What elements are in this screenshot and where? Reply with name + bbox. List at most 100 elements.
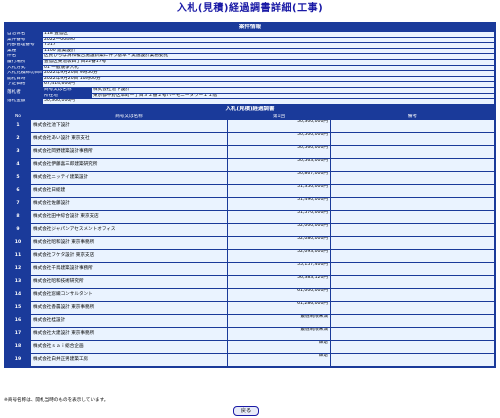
bidder-name: 株式会社あい設計 東京支社 [31, 133, 227, 146]
bid-note [331, 224, 494, 237]
bid-note [331, 198, 494, 211]
case-info-label: 入札見積締切日時 [6, 71, 42, 76]
row-number: 13 [6, 276, 30, 289]
case-info-value: 67,414,600円 [43, 82, 494, 87]
page-title: 入札(見積)経過調書詳細(工事) [176, 3, 324, 14]
bid-amount: 52,000,000円 [297, 224, 328, 229]
row-number: 9 [6, 224, 30, 237]
table-row: 1 株式会社池下設計 50,300,000円 [6, 120, 494, 133]
bid-amount-cell: 50,867,000円 [228, 172, 330, 185]
case-info-label: 予定価格 [6, 82, 42, 87]
table-row: 13 株式会社昭和技術研究所 56,383,120円 [6, 276, 494, 289]
table-row: 9 株式会社ジャパンアセスメントオフィス 52,000,000円 [6, 224, 494, 237]
case-info-label: 件名 [6, 54, 42, 59]
bid-amount: 50,300,000円 [297, 120, 328, 125]
bid-amount-cell: 最低制限未満 [228, 328, 330, 341]
col-header-note: 備考 [331, 113, 494, 120]
case-info-value: 2022一00490 [43, 37, 494, 43]
table-row: 15 株式会社香農設計 東京事務所 61,286,000円 [6, 302, 494, 315]
winning-amount-label: 落札金額 [6, 99, 42, 104]
row-number: 15 [6, 302, 30, 315]
row-number: 5 [6, 172, 30, 185]
bid-note [331, 315, 494, 328]
bid-amount: 52,080,000円 [297, 237, 328, 242]
case-info-value: 豊島区東池袋四丁目22番17号 [43, 59, 494, 65]
table-row: 11 株式会社フケタ設計 東京支店 52,093,000円 [6, 250, 494, 263]
row-number: 11 [6, 250, 30, 263]
table-row: 4 株式会社伊藤喜三郎建築研究所 50,563,000円 [6, 159, 494, 172]
case-info-row: 自治体名 118 豊島区 [6, 32, 494, 37]
case-info-label: 自治体名 [6, 32, 42, 37]
row-number: 4 [6, 159, 30, 172]
bid-note [331, 172, 494, 185]
bidder-name: 株式会社ジャパンアセスメントオフィス [31, 224, 227, 237]
winner-address-label: 所在地 [43, 93, 91, 99]
bidder-name: 株式会社白井正男建築工房 [31, 354, 227, 367]
bid-amount-cell: 50,563,000円 [228, 159, 330, 172]
row-number: 10 [6, 237, 30, 250]
bid-amount: 56,383,120円 [297, 276, 328, 281]
table-row: 6 株式会社日総建 51,350,000円 [6, 185, 494, 198]
row-number: 17 [6, 328, 30, 341]
bidder-name: 株式会社ｓａｉ総合企画 [31, 341, 227, 354]
bidder-name: 株式会社昭和技術研究所 [31, 276, 227, 289]
bidder-name: 株式会社日総建 [31, 185, 227, 198]
table-row: 8 株式会社田中綜合設計 東京支店 51,570,000円 [6, 211, 494, 224]
bid-note [331, 328, 494, 341]
row-number: 19 [6, 354, 30, 367]
bid-note [331, 289, 494, 302]
bid-amount: 50,867,000円 [297, 172, 328, 177]
bidder-name: 株式会社フケタ設計 東京支店 [31, 250, 227, 263]
case-info-label: 入札方式 [6, 65, 42, 71]
table-row: 19 株式会社白井正男建築工房 辞退 [6, 354, 494, 367]
bid-amount: 51,570,000円 [297, 211, 328, 216]
bid-amount-cell: 51,570,000円 [228, 211, 330, 224]
bid-note [331, 146, 494, 159]
bid-note [331, 263, 494, 276]
bid-note [331, 185, 494, 198]
bid-amount-cell: 50,560,000円 [228, 146, 330, 159]
row-number: 12 [6, 263, 30, 276]
case-info-value: 118 豊島区 [43, 32, 494, 37]
table-row: 2 株式会社あい設計 東京支社 50,500,000円 [6, 133, 494, 146]
case-info-row: 業種 1100 建築設計 [6, 48, 494, 54]
bid-note [331, 276, 494, 289]
bid-note [331, 302, 494, 315]
case-info-row: 案件番号 2022一00490 [6, 37, 494, 43]
case-info-value: 区民ひろば清和複合施設新築に伴う基本・実施設計業務委託 [43, 54, 494, 59]
case-info-value: 7517 [43, 43, 494, 48]
col-header-name: 商号又は名称 [31, 113, 227, 120]
bid-amount: 61,000,000円 [297, 289, 328, 294]
case-info-label: 開札日時 [6, 76, 42, 82]
bid-note [331, 250, 494, 263]
back-button[interactable]: 戻る [233, 406, 259, 416]
table-row: 5 株式会社ニッテイ建築設計 50,867,000円 [6, 172, 494, 185]
table-row: 18 株式会社ｓａｉ総合企画 辞退 [6, 341, 494, 354]
table-row: 16 株式会社桂設計 最低制限未満 [6, 315, 494, 328]
row-number: 14 [6, 289, 30, 302]
bid-amount: 61,286,000円 [297, 302, 328, 307]
bid-amount: 最低制限未満 [300, 328, 328, 333]
bid-amount-cell: 52,000,000円 [228, 224, 330, 237]
col-header-no: No [6, 113, 30, 120]
row-number: 18 [6, 341, 30, 354]
bidder-name: 株式会社ニッテイ建築設計 [31, 172, 227, 185]
bid-amount-cell: 最低制限未満 [228, 315, 330, 328]
footnote: ※商号名称は、開札当時のものを表示しています。 [4, 398, 109, 403]
row-number: 2 [6, 133, 30, 146]
table-row: 3 株式会社岡野建築設計事務所 50,560,000円 [6, 146, 494, 159]
bidder-name: 株式会社池下設計 [31, 120, 227, 133]
bid-amount-cell: 50,300,000円 [228, 120, 330, 133]
bidder-name: 株式会社佐藤設計 [31, 198, 227, 211]
bid-amount-cell: 辞退 [228, 354, 330, 367]
row-number: 1 [6, 120, 30, 133]
bidder-name: 株式会社桂設計 [31, 315, 227, 328]
winning-amount-value: 50,300,000円 [43, 99, 494, 104]
table-row: 7 株式会社佐藤設計 51,490,000円 [6, 198, 494, 211]
case-info-label: 履行場所 [6, 59, 42, 65]
case-info-table: 案件情報 自治体名 118 豊島区 案件番号 2022一00490 内部管理番号 7517… [5, 23, 495, 105]
bid-note [331, 354, 494, 367]
bid-amount-cell: 51,350,000円 [228, 185, 330, 198]
case-info-label: 業種 [6, 48, 42, 54]
bidder-name: 株式会社千鳥建築設計事務所 [31, 263, 227, 276]
